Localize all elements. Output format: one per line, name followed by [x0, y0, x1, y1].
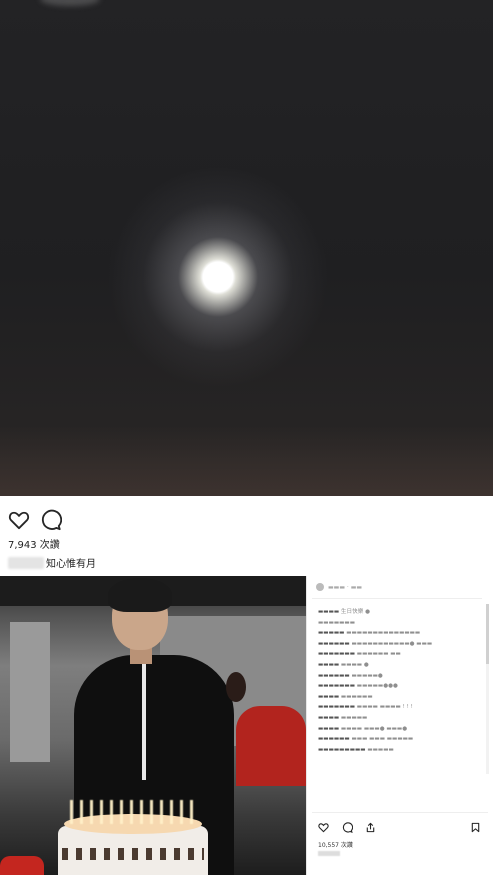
- comment-icon[interactable]: [342, 822, 353, 833]
- list-item: ▬▬▬▬ ▬▬▬▬ ▬▬▬● ▬▬▬●: [318, 725, 408, 732]
- panel-header: ▬▬▬ · ▬▬: [312, 576, 482, 599]
- like-count[interactable]: 7,943 次讚: [8, 536, 60, 551]
- share-icon[interactable]: [365, 822, 376, 833]
- blurred-header-text: ▬▬▬ · ▬▬: [328, 583, 363, 591]
- timestamp: [318, 851, 340, 856]
- divider: [312, 812, 488, 813]
- like-count[interactable]: 10,557 次讚: [318, 840, 353, 849]
- list-item: ▬▬▬▬ ▬▬▬▬▬: [318, 714, 368, 721]
- heart-icon[interactable]: [8, 510, 30, 530]
- hair: [108, 578, 172, 612]
- background-person-head: [226, 672, 246, 702]
- light-flare: [40, 0, 100, 6]
- cake-decoration: [62, 848, 204, 860]
- list-item: ▬▬▬▬▬▬ ▬▬▬ ▬▬▬ ▬▬▬▬▬: [318, 736, 414, 743]
- list-item: ▬▬▬▬▬▬▬ ▬▬▬▬▬●●●: [318, 683, 398, 690]
- background-person-red-jacket: [236, 706, 306, 786]
- bookmark-icon[interactable]: [470, 822, 481, 833]
- comment-list: ▬▬▬▬ 生日快樂 ● ▬▬▬▬▬▬▬ ▬▬▬▬▬ ▬▬▬▬▬▬▬▬▬▬▬▬▬▬…: [318, 607, 482, 755]
- list-item: ▬▬▬▬ ▬▬▬▬▬▬: [318, 693, 373, 700]
- blurred-username[interactable]: [8, 556, 44, 569]
- list-item: ▬▬▬▬▬▬▬ ▬▬▬▬▬▬ ▬▬: [318, 651, 401, 658]
- moon-photo: [0, 0, 493, 496]
- caption-text: 知心惟有月: [46, 559, 96, 570]
- door: [10, 622, 50, 762]
- post-caption-text: 生日快樂: [340, 609, 364, 615]
- list-item: ▬▬▬▬▬▬ ▬▬▬▬▬●: [318, 672, 383, 679]
- list-item: ▬▬▬▬ ▬▬▬▬ ●: [318, 661, 369, 668]
- ground-haze: [0, 426, 493, 496]
- list-item: ▬▬▬▬▬▬▬▬▬ ▬▬▬▬▬: [318, 746, 394, 753]
- shirt-collar: [142, 660, 146, 780]
- scrollbar-thumb[interactable]: [486, 604, 489, 664]
- red-object: [0, 856, 44, 875]
- list-item: ▬▬▬▬▬ ▬▬▬▬▬▬▬▬▬▬▬▬▬▬: [318, 630, 421, 637]
- post-caption: 知心惟有月: [8, 555, 96, 570]
- list-item: ▬▬▬▬▬▬ ▬▬▬▬▬▬▬▬▬▬▬● ▬▬▬: [318, 640, 433, 647]
- list-item: ▬▬▬▬▬▬▬ ▬▬▬▬ ▬▬▬▬ ! ! !: [318, 704, 413, 711]
- avatar[interactable]: [316, 583, 324, 591]
- list-item: ▬▬▬▬▬▬▬: [318, 619, 355, 626]
- candles: [70, 800, 196, 824]
- list-item: ▬▬▬▬ 生日快樂 ●: [318, 609, 370, 615]
- comment-icon[interactable]: [40, 509, 62, 531]
- heart-icon[interactable]: [318, 822, 329, 833]
